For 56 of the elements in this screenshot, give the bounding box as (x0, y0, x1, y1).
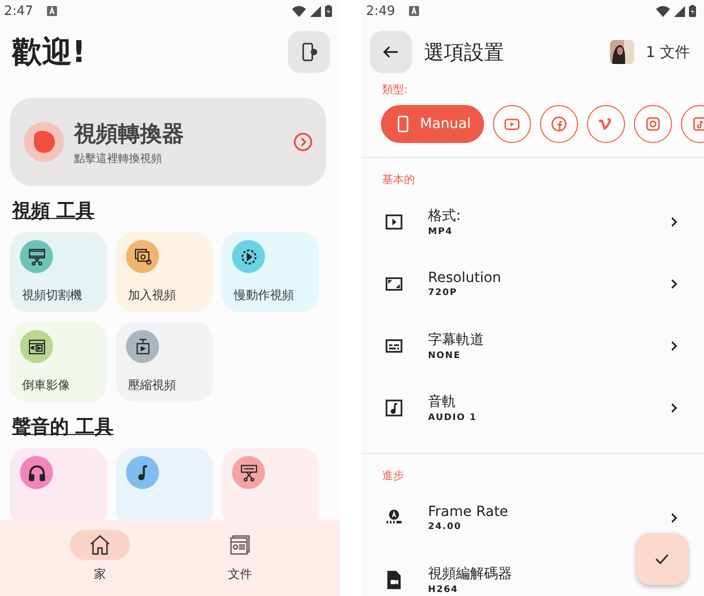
instagram-icon (644, 115, 662, 133)
converter-logo-icon (24, 122, 64, 162)
source-chip[interactable] (586, 105, 625, 143)
converter-title: 視頻轉換器 (74, 120, 185, 148)
option-row[interactable]: 音軌 AUDIO 1 (362, 377, 704, 439)
file-count: 1 文件 (646, 42, 690, 62)
option-row[interactable]: 格式: MP4 (362, 191, 704, 253)
battery-icon (325, 5, 332, 17)
documents-icon (228, 533, 252, 557)
welcome-title: 歡迎! (12, 34, 86, 72)
film-scissors-icon (26, 246, 46, 266)
tool-card[interactable] (222, 448, 319, 520)
source-chip[interactable] (540, 105, 578, 143)
tool-card[interactable]: 視頻切割機 (10, 232, 107, 312)
source-chip[interactable] (634, 105, 672, 143)
section-heading: 聲音的 工具 (12, 415, 115, 440)
status-time: 2:49 (366, 4, 396, 18)
home-icon (88, 533, 112, 557)
type-label: 類型: (381, 82, 409, 97)
tiktok-icon (690, 115, 704, 133)
tool-card[interactable]: 壓縮視頻 (116, 322, 213, 402)
play-circle-icon (238, 246, 258, 266)
tool-card[interactable]: 加入視頻 (116, 232, 213, 312)
battery-icon (689, 5, 696, 17)
group-heading: 進步 (381, 468, 405, 484)
section-heading: 視頻 工具 (12, 199, 96, 224)
facebook-icon (550, 115, 568, 133)
back-button[interactable] (370, 31, 412, 73)
nav-tab[interactable]: 文件 (204, 520, 276, 596)
chevron-circle-icon (292, 131, 314, 153)
wifi-icon (656, 6, 670, 16)
screen-title: 選項設置 (424, 38, 504, 66)
option-row[interactable]: 字幕軌道 NONE (362, 315, 704, 377)
converter-card[interactable]: 視頻轉換器 點擊這裡轉換視頻 (10, 98, 326, 186)
notification-icon (47, 6, 58, 16)
video-stack-icon (132, 246, 152, 266)
tool-card[interactable] (116, 448, 213, 520)
converter-subtitle: 點擊這裡轉換視頻 (74, 150, 163, 166)
device-settings-button[interactable] (288, 31, 330, 73)
tool-card[interactable] (10, 448, 107, 520)
option-row[interactable]: Resolution 720P (362, 253, 704, 315)
play-box-icon (384, 212, 404, 232)
nav-tab[interactable]: 家 (64, 520, 136, 596)
headphones-icon (26, 462, 46, 482)
audio-scissors-icon (238, 462, 258, 482)
tool-card[interactable]: 倒車影像 (10, 322, 107, 402)
source-chip[interactable] (492, 105, 531, 143)
wifi-icon (292, 6, 306, 16)
signal-icon (674, 6, 685, 16)
tool-card[interactable]: 慢動作視頻 (222, 232, 319, 312)
group-heading: 基本的 (381, 172, 416, 188)
music-box-icon (384, 398, 404, 418)
notification-icon (409, 6, 420, 16)
status-time: 2:47 (4, 4, 34, 18)
option-row[interactable]: Frame Rate 24.00 (362, 487, 704, 549)
signal-icon (310, 6, 321, 16)
